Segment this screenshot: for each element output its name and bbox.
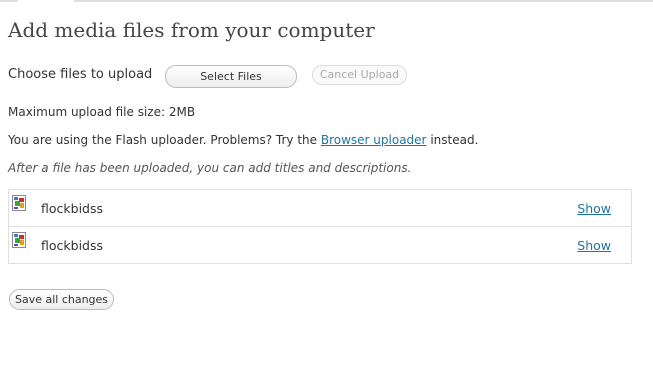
file-row: flockbidss Show (9, 190, 631, 226)
active-tab-gap (18, 0, 74, 2)
file-row: flockbidss Show (9, 226, 631, 263)
file-name: flockbidss (41, 238, 103, 253)
select-files-button[interactable]: Select Files (165, 65, 297, 88)
browser-uploader-link[interactable]: Browser uploader (321, 133, 427, 147)
broken-image-icon (12, 232, 26, 248)
media-upload-page: Add media files from your computer Choos… (0, 0, 653, 367)
page-title: Add media files from your computer (8, 18, 375, 42)
top-border (0, 0, 653, 2)
upload-row: Choose files to upload Select Files Canc… (8, 65, 648, 89)
broken-image-icon (12, 195, 26, 211)
flash-notice-prefix: You are using the Flash uploader. Proble… (8, 133, 321, 147)
flash-notice-suffix: instead. (426, 133, 479, 147)
flash-uploader-notice: You are using the Flash uploader. Proble… (8, 133, 478, 147)
uploaded-file-list: flockbidss Show flockbidss Show (8, 189, 632, 264)
file-name: flockbidss (41, 201, 103, 216)
choose-files-label: Choose files to upload (8, 67, 153, 82)
cancel-upload-button[interactable]: Cancel Upload (312, 65, 407, 85)
after-upload-note: After a file has been uploaded, you can … (8, 161, 412, 175)
show-file-details-link[interactable]: Show (577, 238, 611, 253)
max-upload-size-text: Maximum upload file size: 2MB (8, 105, 196, 119)
save-all-changes-button[interactable]: Save all changes (9, 289, 114, 310)
show-file-details-link[interactable]: Show (577, 201, 611, 216)
